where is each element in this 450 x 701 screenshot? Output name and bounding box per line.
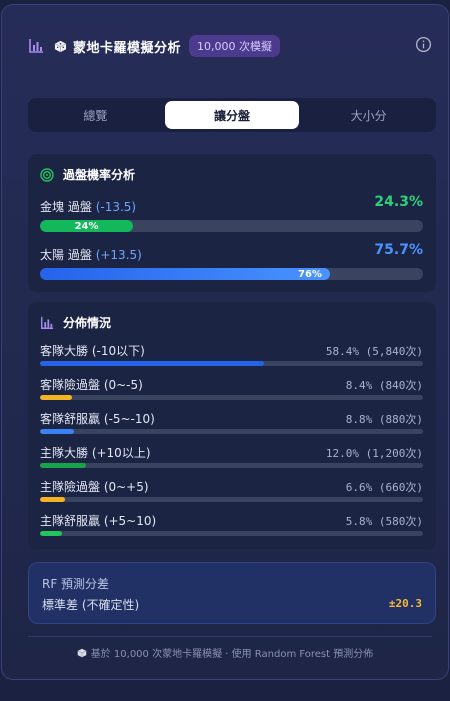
distribution-fill [40,429,74,434]
distribution-track [40,361,423,366]
card-title-text: 過盤機率分析 [63,168,136,182]
spread-line: (-13.5) [95,200,137,214]
distribution-value: 8.4% (840次) [345,379,423,392]
distribution-fill [40,395,73,400]
distribution-row: 客隊舒服贏 (-5~-10) 8.8% (880次) [40,410,423,440]
card-title-text: 分佈情況 [63,316,112,330]
tab-overview[interactable]: 總覽 [28,98,163,132]
cover-probability-card: 過盤機率分析 金塊 過盤 (-13.5) 24.3% 24% 太陽 過盤 (+1… [28,154,436,292]
distribution-track [40,429,423,434]
analysis-tabs: 總覽 讓分盤 大小分 [28,98,436,132]
distribution-row: 主隊大勝 (+10以上) 12.0% (1,200次) [40,444,423,474]
probability-bar-label: 24% [74,220,99,232]
std-dev-label: 標準差 (不確定性) [42,598,140,612]
bar-chart-icon [29,39,43,53]
cover-suffix: 過盤 [67,248,92,262]
bar-chart-icon [41,316,54,329]
probability-fill: 76% [40,268,330,280]
distribution-value: 8.8% (880次) [345,413,423,426]
panel-title: 蒙地卡羅模擬分析 [73,40,182,56]
distribution-row: 客隊大勝 (-10以下) 58.4% (5,840次) [40,342,423,372]
distribution-fill [40,463,86,468]
footer-text: 基於 10,000 次蒙地卡羅模擬 · 使用 Random Forest 預測分… [90,649,374,660]
tab-total[interactable]: 大小分 [301,98,436,132]
cover-row-label: 太陽 過盤 (+13.5) [40,246,423,263]
probability-track: 76% [40,268,423,280]
dice-icon [77,648,87,657]
spread-line: (+13.5) [95,248,142,262]
panel-header: 蒙地卡羅模擬分析 10,000 次模擬 [28,33,432,59]
team-name: 金塊 [40,200,65,214]
target-icon [40,167,54,182]
team-name: 太陽 [40,248,65,262]
simulation-count-badge: 10,000 次模擬 [189,35,281,57]
distribution-value: 6.6% (660次) [345,481,423,494]
cover-row-home: 太陽 過盤 (+13.5) 75.7% 76% [40,242,423,280]
rf-title: RF 預測分差 [42,577,110,591]
cover-row-label: 金塊 過盤 (-13.5) [40,198,423,215]
cover-probability-value: 24.3% [374,194,423,210]
cover-row-away: 金塊 過盤 (-13.5) 24.3% 24% [40,194,423,232]
info-icon[interactable] [415,36,432,53]
probability-bar-label: 76% [297,268,322,280]
distribution-title: 分佈情況 [40,314,111,331]
distribution-value: 5.8% (580次) [345,515,423,528]
probability-fill: 24% [40,220,134,232]
cover-suffix: 過盤 [67,200,92,214]
cover-probability-value: 75.7% [374,242,423,258]
distribution-track [40,463,423,468]
distribution-row: 主隊舒服贏 (+5~10) 5.8% (580次) [40,512,423,542]
distribution-fill [40,361,264,366]
std-dev-value: ±20.3 [388,597,422,610]
distribution-value: 12.0% (1,200次) [325,447,423,460]
distribution-track [40,497,423,502]
probability-track: 24% [40,220,423,232]
footer-note: 基於 10,000 次蒙地卡羅模擬 · 使用 Random Forest 預測分… [2,645,448,660]
distribution-row: 客隊險過盤 (0~-5) 8.4% (840次) [40,376,423,406]
dice-icon [54,40,67,52]
footer-divider [28,636,432,637]
distribution-fill [40,497,66,502]
distribution-value: 58.4% (5,840次) [325,345,423,358]
distribution-card: 分佈情況 客隊大勝 (-10以下) 58.4% (5,840次) 客隊險過盤 (0~… [28,302,436,549]
rf-prediction-card: RF 預測分差 標準差 (不確定性) ±20.3 [28,562,436,624]
cover-probability-title: 過盤機率分析 [40,166,135,183]
tab-spread[interactable]: 讓分盤 [164,101,300,129]
simulation-panel: 蒙地卡羅模擬分析 10,000 次模擬 總覽 讓分盤 大小分 過盤機率分析 金塊… [1,4,449,680]
distribution-track [40,531,423,536]
distribution-fill [40,531,63,536]
distribution-track [40,395,423,400]
distribution-row: 主隊險過盤 (0~+5) 6.6% (660次) [40,478,423,508]
